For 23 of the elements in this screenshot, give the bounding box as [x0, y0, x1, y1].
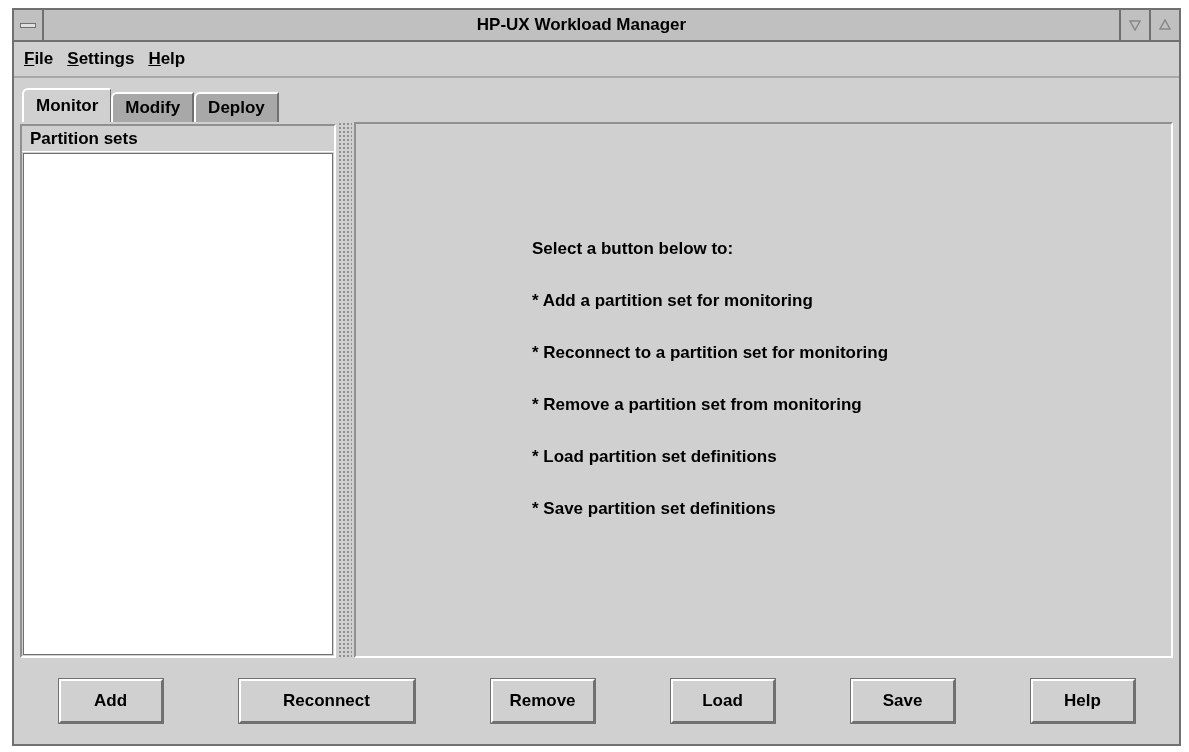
menu-item[interactable]: Help — [148, 46, 186, 72]
action-button[interactable]: Save — [850, 679, 955, 723]
action-button[interactable]: Help — [1030, 679, 1135, 723]
splitter-handle[interactable] — [338, 122, 352, 658]
window-title: HP-UX Workload Manager — [476, 14, 687, 37]
instruction-text: Select a button below to: — [532, 238, 735, 260]
window-menu-icon — [20, 22, 36, 28]
maximize-icon — [1159, 19, 1171, 31]
action-button[interactable]: Remove — [490, 679, 595, 723]
instruction-text: * Save partition set definitions — [532, 498, 777, 520]
instruction-text: * Remove a partition set from monitoring — [532, 394, 863, 416]
menu-item[interactable]: File — [24, 46, 54, 72]
menu-item[interactable]: Settings — [67, 46, 135, 72]
action-button[interactable]: Reconnect — [238, 679, 415, 723]
instruction-text: * Add a partition set for monitoring — [532, 290, 814, 312]
tab[interactable]: Deploy — [194, 92, 279, 122]
action-button[interactable]: Add — [58, 679, 163, 723]
minimize-icon — [1129, 19, 1141, 31]
tab[interactable]: Monitor — [22, 88, 112, 122]
instruction-text: * Load partition set definitions — [532, 446, 778, 468]
action-button[interactable]: Load — [670, 679, 775, 723]
instruction-text: * Reconnect to a partition set for monitoring — [532, 342, 890, 364]
tab[interactable]: Modify — [111, 92, 195, 122]
